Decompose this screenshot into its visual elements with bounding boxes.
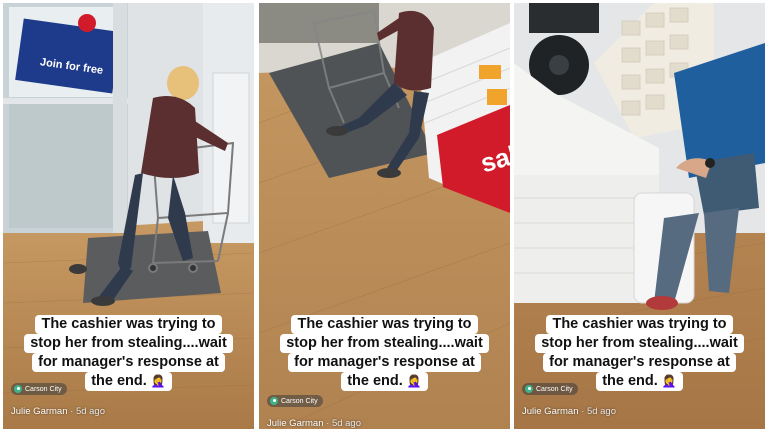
location-pin-icon: [525, 385, 533, 393]
author-line[interactable]: Julie Garman · 5d ago: [522, 406, 616, 417]
caption-line-2: stop her from stealing....wait: [24, 334, 233, 353]
caption-line-1: The cashier was trying to: [35, 315, 222, 334]
caption-line-1: The cashier was trying to: [546, 315, 733, 334]
facepalm-emoji-icon: 🤦‍♀️: [150, 374, 166, 388]
location-name: Carson City: [281, 397, 318, 405]
location-pin-icon: [270, 397, 278, 405]
location-name: Carson City: [536, 385, 573, 393]
location-tag[interactable]: Carson City: [522, 383, 578, 395]
caption-line-3: for manager's response at: [32, 353, 225, 372]
caption: The cashier was trying to stop her from …: [514, 315, 765, 391]
caption-line-4-text: the end.: [602, 373, 658, 389]
author-name: Julie Garman: [522, 406, 579, 417]
video-frame-1: Join for free The cashier was trying to …: [3, 3, 254, 429]
post-age: · 5d ago: [578, 406, 616, 417]
post-age: · 5d ago: [67, 406, 105, 417]
caption: The cashier was trying to stop her from …: [3, 315, 254, 391]
author-name: Julie Garman: [11, 406, 68, 417]
author-line[interactable]: Julie Garman · 5d ago: [267, 418, 361, 429]
location-tag[interactable]: Carson City: [267, 395, 323, 407]
caption-line-2: stop her from stealing....wait: [280, 334, 489, 353]
location-name: Carson City: [25, 385, 62, 393]
caption-line-4-text: the end.: [347, 373, 403, 389]
author-name: Julie Garman: [267, 418, 324, 429]
caption-line-4: the end. 🤦‍♀️: [341, 372, 428, 391]
caption-line-3: for manager's response at: [288, 353, 481, 372]
location-tag[interactable]: Carson City: [11, 383, 67, 395]
screenshot-collage: Join for free The cashier was trying to …: [0, 0, 768, 432]
video-frame-3: The cashier was trying to stop her from …: [514, 3, 765, 429]
facepalm-emoji-icon: 🤦‍♀️: [661, 374, 677, 388]
author-line[interactable]: Julie Garman · 5d ago: [11, 406, 105, 417]
caption: The cashier was trying to stop her from …: [259, 315, 510, 391]
video-frame-2: sale The cashier was trying to stop her …: [259, 3, 510, 429]
facepalm-emoji-icon: 🤦‍♀️: [406, 374, 422, 388]
caption-line-4: the end. 🤦‍♀️: [596, 372, 683, 391]
location-pin-icon: [14, 385, 22, 393]
caption-line-4: the end. 🤦‍♀️: [85, 372, 172, 391]
caption-line-2: stop her from stealing....wait: [535, 334, 744, 353]
caption-line-4-text: the end.: [91, 373, 147, 389]
post-age: · 5d ago: [323, 418, 361, 429]
caption-line-1: The cashier was trying to: [291, 315, 478, 334]
caption-line-3: for manager's response at: [543, 353, 736, 372]
